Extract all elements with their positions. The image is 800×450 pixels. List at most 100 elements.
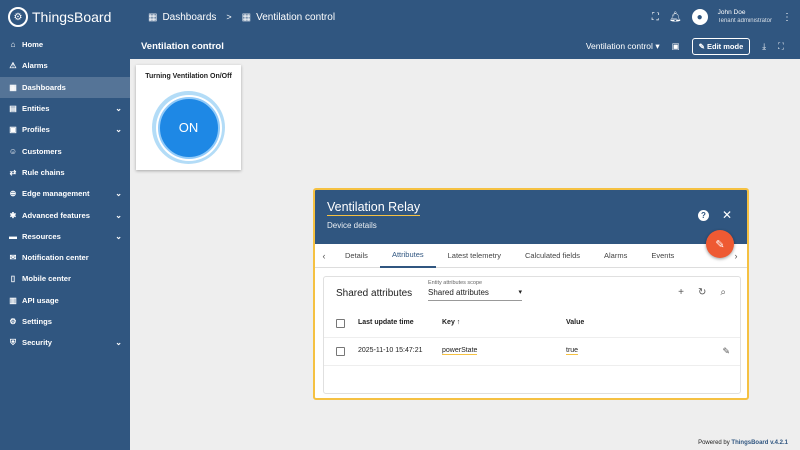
tab-latest-telemetry[interactable]: Latest telemetry xyxy=(436,244,513,268)
edit-mode-label: Edit mode xyxy=(707,42,744,51)
cell-last-update: 2025-11-10 15:47:21 xyxy=(358,347,423,354)
state-select-value: Ventilation control xyxy=(585,41,653,51)
sidebar-item-label: Profiles xyxy=(22,125,50,135)
scope-value: Shared attributes xyxy=(428,288,489,297)
breadcrumb-current: ▦ Ventilation control xyxy=(242,12,335,23)
download-icon[interactable]: ⤓ xyxy=(762,41,766,52)
select-all-checkbox[interactable] xyxy=(336,319,345,328)
sidebar-item-api-usage[interactable]: ▥ API usage xyxy=(0,290,130,311)
footer-brand[interactable]: ThingsBoard v.4.2.1 xyxy=(731,440,788,446)
sidebar-item-label: Customers xyxy=(22,146,62,156)
user-role: Tenant administrator xyxy=(717,18,772,24)
breadcrumb-dashboards[interactable]: ▦ Dashboards xyxy=(148,12,216,23)
dialog-header: Ventilation Relay Device details ? ✕ xyxy=(315,190,747,244)
sidebar-item-dashboards[interactable]: ▦ Dashboards xyxy=(0,76,130,98)
more-vert-icon[interactable]: ⋮ xyxy=(782,12,792,23)
divider xyxy=(324,337,740,338)
footer-prefix: Powered by xyxy=(698,440,730,446)
sidebar-item-label: Advanced features xyxy=(22,210,90,220)
state-select[interactable]: Ventilation control ▾ xyxy=(586,41,660,52)
security-icon: ⛨ xyxy=(10,337,16,347)
user-info[interactable]: John Doe Tenant administrator xyxy=(718,8,772,26)
sidebar-item-profiles[interactable]: ▣ Profiles ⌄ xyxy=(0,119,130,140)
tab-events[interactable]: Events xyxy=(639,244,686,268)
sidebar-item-edge-management[interactable]: ⊕ Edge management ⌄ xyxy=(0,183,130,204)
help-icon[interactable]: ? xyxy=(698,210,709,221)
footer: Powered by ThingsBoard v.4.2.1 xyxy=(698,440,788,446)
dialog-tabs: ‹ Details Attributes Latest telemetry Calcu… xyxy=(315,244,747,268)
scope-select[interactable]: Shared attributes ▾ xyxy=(428,288,522,301)
app-logo[interactable]: ⚙ ThingsBoard xyxy=(0,0,130,34)
customers-icon: ☺ xyxy=(8,146,18,156)
sidebar-item-label: Rule chains xyxy=(22,167,65,177)
top-bar: ▦ Dashboards > ▦ Ventilation control ⛶ 🔔… xyxy=(130,0,800,34)
sidebar-item-label: Security xyxy=(22,338,52,348)
fullscreen-icon[interactable]: ⛶ xyxy=(778,41,784,52)
alarm-icon: ⚠ xyxy=(9,61,17,71)
chevron-left-icon[interactable]: ‹ xyxy=(315,251,333,261)
sidebar-item-mobile-center[interactable]: ▯ Mobile center xyxy=(0,268,130,289)
divider xyxy=(324,365,740,366)
sidebar-item-home[interactable]: ⌂ Home xyxy=(0,34,130,55)
sidebar: ⚙ ThingsBoard ⌂ Home ⚠ Alarms ▦ Dashboards ▤ En… xyxy=(0,0,130,450)
sidebar-item-settings[interactable]: ⚙ Settings xyxy=(0,311,130,332)
row-checkbox[interactable] xyxy=(336,347,345,356)
pencil-icon: ✎ xyxy=(698,42,705,51)
thingsboard-logo-icon: ⚙ xyxy=(8,7,28,27)
sidebar-item-label: Edge management xyxy=(22,189,90,199)
sidebar-item-label: Resources xyxy=(22,231,61,241)
tab-calculated-fields[interactable]: Calculated fields xyxy=(513,244,592,268)
breadcrumb-label: Ventilation control xyxy=(256,11,336,23)
ventilation-widget: Turning Ventilation On/Off ON xyxy=(136,65,241,170)
scope-label: Entity attributes scope xyxy=(428,280,483,286)
sidebar-item-security[interactable]: ⛨ Security ⌄ xyxy=(0,332,130,353)
edit-mode-button[interactable]: ✎ Edit mode xyxy=(691,38,751,55)
folder-icon: ▬ xyxy=(9,231,17,241)
image-icon[interactable]: ▣ xyxy=(672,41,680,52)
search-icon[interactable]: ⌕ xyxy=(720,287,726,298)
breadcrumb-label: Dashboards xyxy=(162,11,217,23)
rule-chains-icon: ⇄ xyxy=(9,167,17,177)
entities-icon: ▤ xyxy=(9,104,17,114)
fullscreen-icon[interactable]: ⛶ xyxy=(652,12,659,23)
edit-pencil-icon[interactable]: ✎ xyxy=(722,346,730,357)
power-toggle-button[interactable]: ON xyxy=(157,96,220,159)
column-key-label: Key xyxy=(442,319,455,326)
tab-details[interactable]: Details xyxy=(333,244,380,268)
dropdown-arrow-icon: ▾ xyxy=(518,289,522,296)
mobile-icon: ▯ xyxy=(10,274,16,284)
chevron-down-icon: ⌄ xyxy=(115,189,122,199)
sidebar-item-entities[interactable]: ▤ Entities ⌄ xyxy=(0,98,130,119)
tab-alarms[interactable]: Alarms xyxy=(592,244,639,268)
add-icon[interactable]: + xyxy=(678,287,684,298)
column-key[interactable]: Key ↑ xyxy=(442,319,460,326)
sidebar-item-label: Home xyxy=(22,40,44,50)
sidebar-item-label: Entities xyxy=(22,104,50,114)
close-icon[interactable]: ✕ xyxy=(722,208,732,222)
sidebar-item-label: Alarms xyxy=(22,61,48,71)
column-last-update[interactable]: Last update time xyxy=(358,319,414,326)
dashboard-icon: ▦ xyxy=(9,82,17,92)
power-button-label: ON xyxy=(178,120,199,135)
settings-icon: ⚙ xyxy=(9,317,17,326)
sidebar-item-rule-chains[interactable]: ⇄ Rule chains xyxy=(0,162,130,183)
sidebar-item-label: Dashboards xyxy=(22,82,66,92)
sidebar-item-advanced-features[interactable]: ✱ Advanced features ⌄ xyxy=(0,204,130,225)
advanced-icon: ✱ xyxy=(9,210,17,220)
sidebar-item-alarms[interactable]: ⚠ Alarms xyxy=(0,55,130,76)
sidebar-item-label: Notification center xyxy=(22,253,89,263)
power-button-outer: ON xyxy=(152,91,225,164)
sidebar-item-label: Settings xyxy=(22,317,52,326)
edit-fab-button[interactable]: ✎ xyxy=(706,230,734,258)
sidebar-item-resources[interactable]: ▬ Resources ⌄ xyxy=(0,226,130,247)
avatar[interactable]: ● xyxy=(691,9,708,25)
sidebar-item-customers[interactable]: ☺ Customers xyxy=(0,140,130,161)
refresh-icon[interactable]: ↻ xyxy=(698,287,706,298)
notification-bell-icon[interactable]: 🔔︎ xyxy=(669,12,682,23)
tab-attributes[interactable]: Attributes xyxy=(379,244,436,268)
user-name: John Doe xyxy=(717,9,746,16)
sidebar-item-notification-center[interactable]: ✉ Notification center xyxy=(0,247,130,268)
column-value[interactable]: Value xyxy=(566,319,584,326)
edge-icon: ⊕ xyxy=(9,189,17,199)
chevron-down-icon: ⌄ xyxy=(115,104,122,114)
